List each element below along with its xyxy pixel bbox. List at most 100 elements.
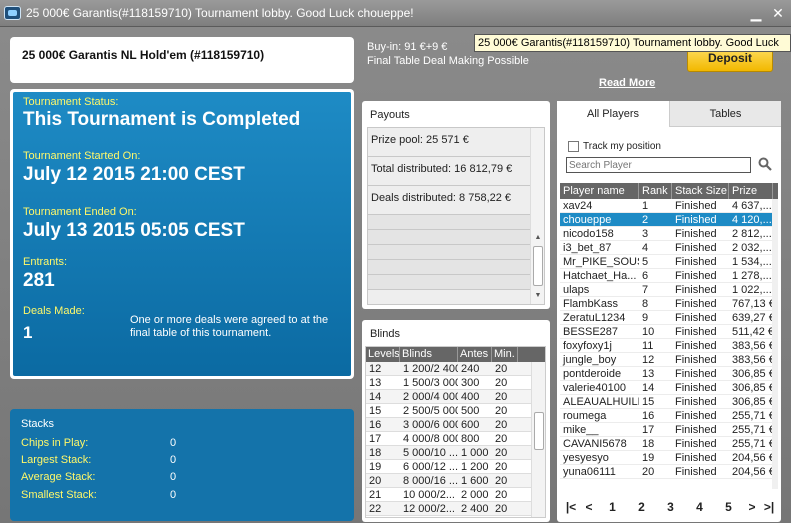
chips-in-play-label: Chips in Play: — [21, 437, 89, 449]
page-2-button[interactable]: 2 — [627, 500, 656, 514]
players-scrollbar[interactable] — [772, 199, 778, 489]
tab-all-players[interactable]: All Players — [557, 101, 669, 127]
track-position[interactable]: Track my position — [568, 141, 661, 152]
player-cell: 20 — [642, 466, 655, 478]
blind-cell: 20 — [495, 433, 508, 445]
total-distributed-row: Total distributed: 16 812,79 € — [368, 157, 530, 186]
player-row[interactable]: xav24 1 Finished 4 637,... — [560, 199, 778, 213]
window-title: 25 000€ Garantis(#118159710) Tournament … — [26, 6, 414, 20]
player-cell: i3_bet_87 — [563, 242, 612, 254]
largest-stack-label: Largest Stack: — [21, 454, 92, 466]
read-more-link[interactable]: Read More — [599, 77, 655, 89]
player-cell: 1 278,... — [732, 270, 772, 282]
blinds-rows: 12 1 200/2 400 240 20 13 1 500/3 000 300 20 14 2 … — [366, 362, 545, 516]
col-rank[interactable]: Rank — [639, 183, 672, 199]
blind-cell: 19 — [369, 461, 382, 473]
col-min[interactable]: Min. — [492, 347, 518, 362]
player-cell: Hatchaet_Ha... — [563, 270, 637, 282]
player-row[interactable]: choueppe 2 Finished 4 120,... — [560, 213, 778, 227]
close-button[interactable]: ✕ — [770, 5, 786, 21]
player-cell: 6 — [642, 270, 649, 282]
player-row[interactable]: Hatchaet_Ha... 6 Finished 1 278,... — [560, 269, 778, 283]
next-page-button[interactable]: > — [743, 500, 761, 514]
smallest-stack-value: 0 — [170, 489, 177, 501]
col-prize[interactable]: Prize — [729, 183, 773, 199]
players-rows: xav24 1 Finished 4 637,... choueppe 2 Finished… — [560, 199, 778, 479]
player-row[interactable]: roumega 16 Finished 255,71 € — [560, 409, 778, 423]
payouts-scrollbar[interactable]: ▲ ▼ — [530, 128, 544, 304]
tournament-title: 25 000€ Garantis NL Hold'em (#118159710) — [22, 48, 265, 62]
payout-empty-row — [368, 260, 530, 275]
scroll-down-icon[interactable]: ▼ — [531, 290, 545, 302]
player-row[interactable]: i3_bet_87 4 Finished 2 032,... — [560, 241, 778, 255]
col-levels[interactable]: Levels — [366, 347, 400, 362]
col-player-name[interactable]: Player name — [560, 183, 639, 199]
player-cell: 8 — [642, 298, 649, 310]
payout-empty-row — [368, 245, 530, 260]
col-blinds[interactable]: Blinds — [400, 347, 458, 362]
page-1-button[interactable]: 1 — [598, 500, 627, 514]
final-table-text: Final Table Deal Making Possible — [367, 55, 529, 67]
blind-cell: 17 — [369, 433, 382, 445]
player-cell: Finished — [675, 354, 717, 366]
scroll-up-icon[interactable]: ▲ — [531, 232, 545, 244]
deals-distributed-row: Deals distributed: 8 758,22 € — [368, 186, 530, 215]
scroll-thumb[interactable] — [533, 246, 543, 286]
prev-page-button[interactable]: < — [580, 500, 598, 514]
page-3-button[interactable]: 3 — [656, 500, 685, 514]
player-cell: Finished — [675, 214, 717, 226]
player-cell: Finished — [675, 368, 717, 380]
player-row[interactable]: yuna06111 20 Finished 204,56 € — [560, 465, 778, 479]
player-row[interactable]: CAVANI5678 18 Finished 255,71 € — [560, 437, 778, 451]
blind-cell: 1 200 — [461, 461, 489, 473]
started-value: July 12 2015 21:00 CEST — [23, 164, 245, 185]
player-row[interactable]: FlambKass 8 Finished 767,13 € — [560, 297, 778, 311]
player-cell: Finished — [675, 382, 717, 394]
tab-tables[interactable]: Tables — [669, 101, 781, 127]
player-row[interactable]: ZeratuL1234 9 Finished 639,27 € — [560, 311, 778, 325]
blinds-scrollbar[interactable] — [531, 362, 545, 517]
blind-cell: 20 — [495, 419, 508, 431]
payouts-title: Payouts — [370, 109, 410, 121]
player-row[interactable]: mike__ 17 Finished 255,71 € — [560, 423, 778, 437]
search-input[interactable] — [566, 157, 751, 173]
payouts-panel: Payouts Prize pool: 25 571 € Total distr… — [362, 101, 550, 309]
blind-cell: 500 — [461, 405, 480, 417]
player-row[interactable]: ulaps 7 Finished 1 022,... — [560, 283, 778, 297]
player-row[interactable]: jungle_boy 12 Finished 383,56 € — [560, 353, 778, 367]
search-icon[interactable] — [758, 157, 772, 171]
stacks-title: Stacks — [21, 418, 55, 430]
blind-cell: 20 — [495, 503, 508, 515]
last-page-button[interactable]: >| — [761, 500, 777, 514]
player-row[interactable]: ALEAUALHUILE 15 Finished 306,85 € — [560, 395, 778, 409]
player-row[interactable]: nicodo158 3 Finished 2 812,... — [560, 227, 778, 241]
minimize-button[interactable]: ▁ — [748, 5, 764, 21]
track-checkbox[interactable] — [568, 141, 579, 152]
scroll-thumb[interactable] — [534, 412, 544, 450]
blind-cell: 20 — [495, 461, 508, 473]
player-cell: 306,85 € — [732, 382, 773, 394]
player-cell: yesyesyo — [563, 452, 609, 464]
track-label: Track my position — [583, 141, 661, 152]
player-row[interactable]: yesyesyo 19 Finished 204,56 € — [560, 451, 778, 465]
player-row[interactable]: valerie40100 14 Finished 306,85 € — [560, 381, 778, 395]
player-row[interactable]: Mr_PIKE_SOUS 5 Finished 1 534,... — [560, 255, 778, 269]
page-5-button[interactable]: 5 — [714, 500, 743, 514]
player-cell: Finished — [675, 340, 717, 352]
blind-cell: 1 600 — [461, 475, 489, 487]
player-row[interactable]: pontderoide 13 Finished 306,85 € — [560, 367, 778, 381]
ended-value: July 13 2015 05:05 CEST — [23, 220, 245, 241]
player-row[interactable]: BESSE287 10 Finished 511,42 € — [560, 325, 778, 339]
first-page-button[interactable]: |< — [562, 500, 580, 514]
player-row[interactable]: foxyfoxy1j 11 Finished 383,56 € — [560, 339, 778, 353]
player-cell: Finished — [675, 200, 717, 212]
page-4-button[interactable]: 4 — [685, 500, 714, 514]
col-antes[interactable]: Antes — [458, 347, 492, 362]
player-cell: 2 812,... — [732, 228, 772, 240]
col-stack-size[interactable]: Stack Size — [672, 183, 729, 199]
blind-cell: 240 — [461, 363, 480, 375]
player-cell: xav24 — [563, 200, 593, 212]
blinds-title: Blinds — [370, 328, 400, 340]
tournament-status-panel: Tournament Status: This Tournament is Co… — [10, 89, 354, 379]
player-cell: ZeratuL1234 — [563, 312, 626, 324]
